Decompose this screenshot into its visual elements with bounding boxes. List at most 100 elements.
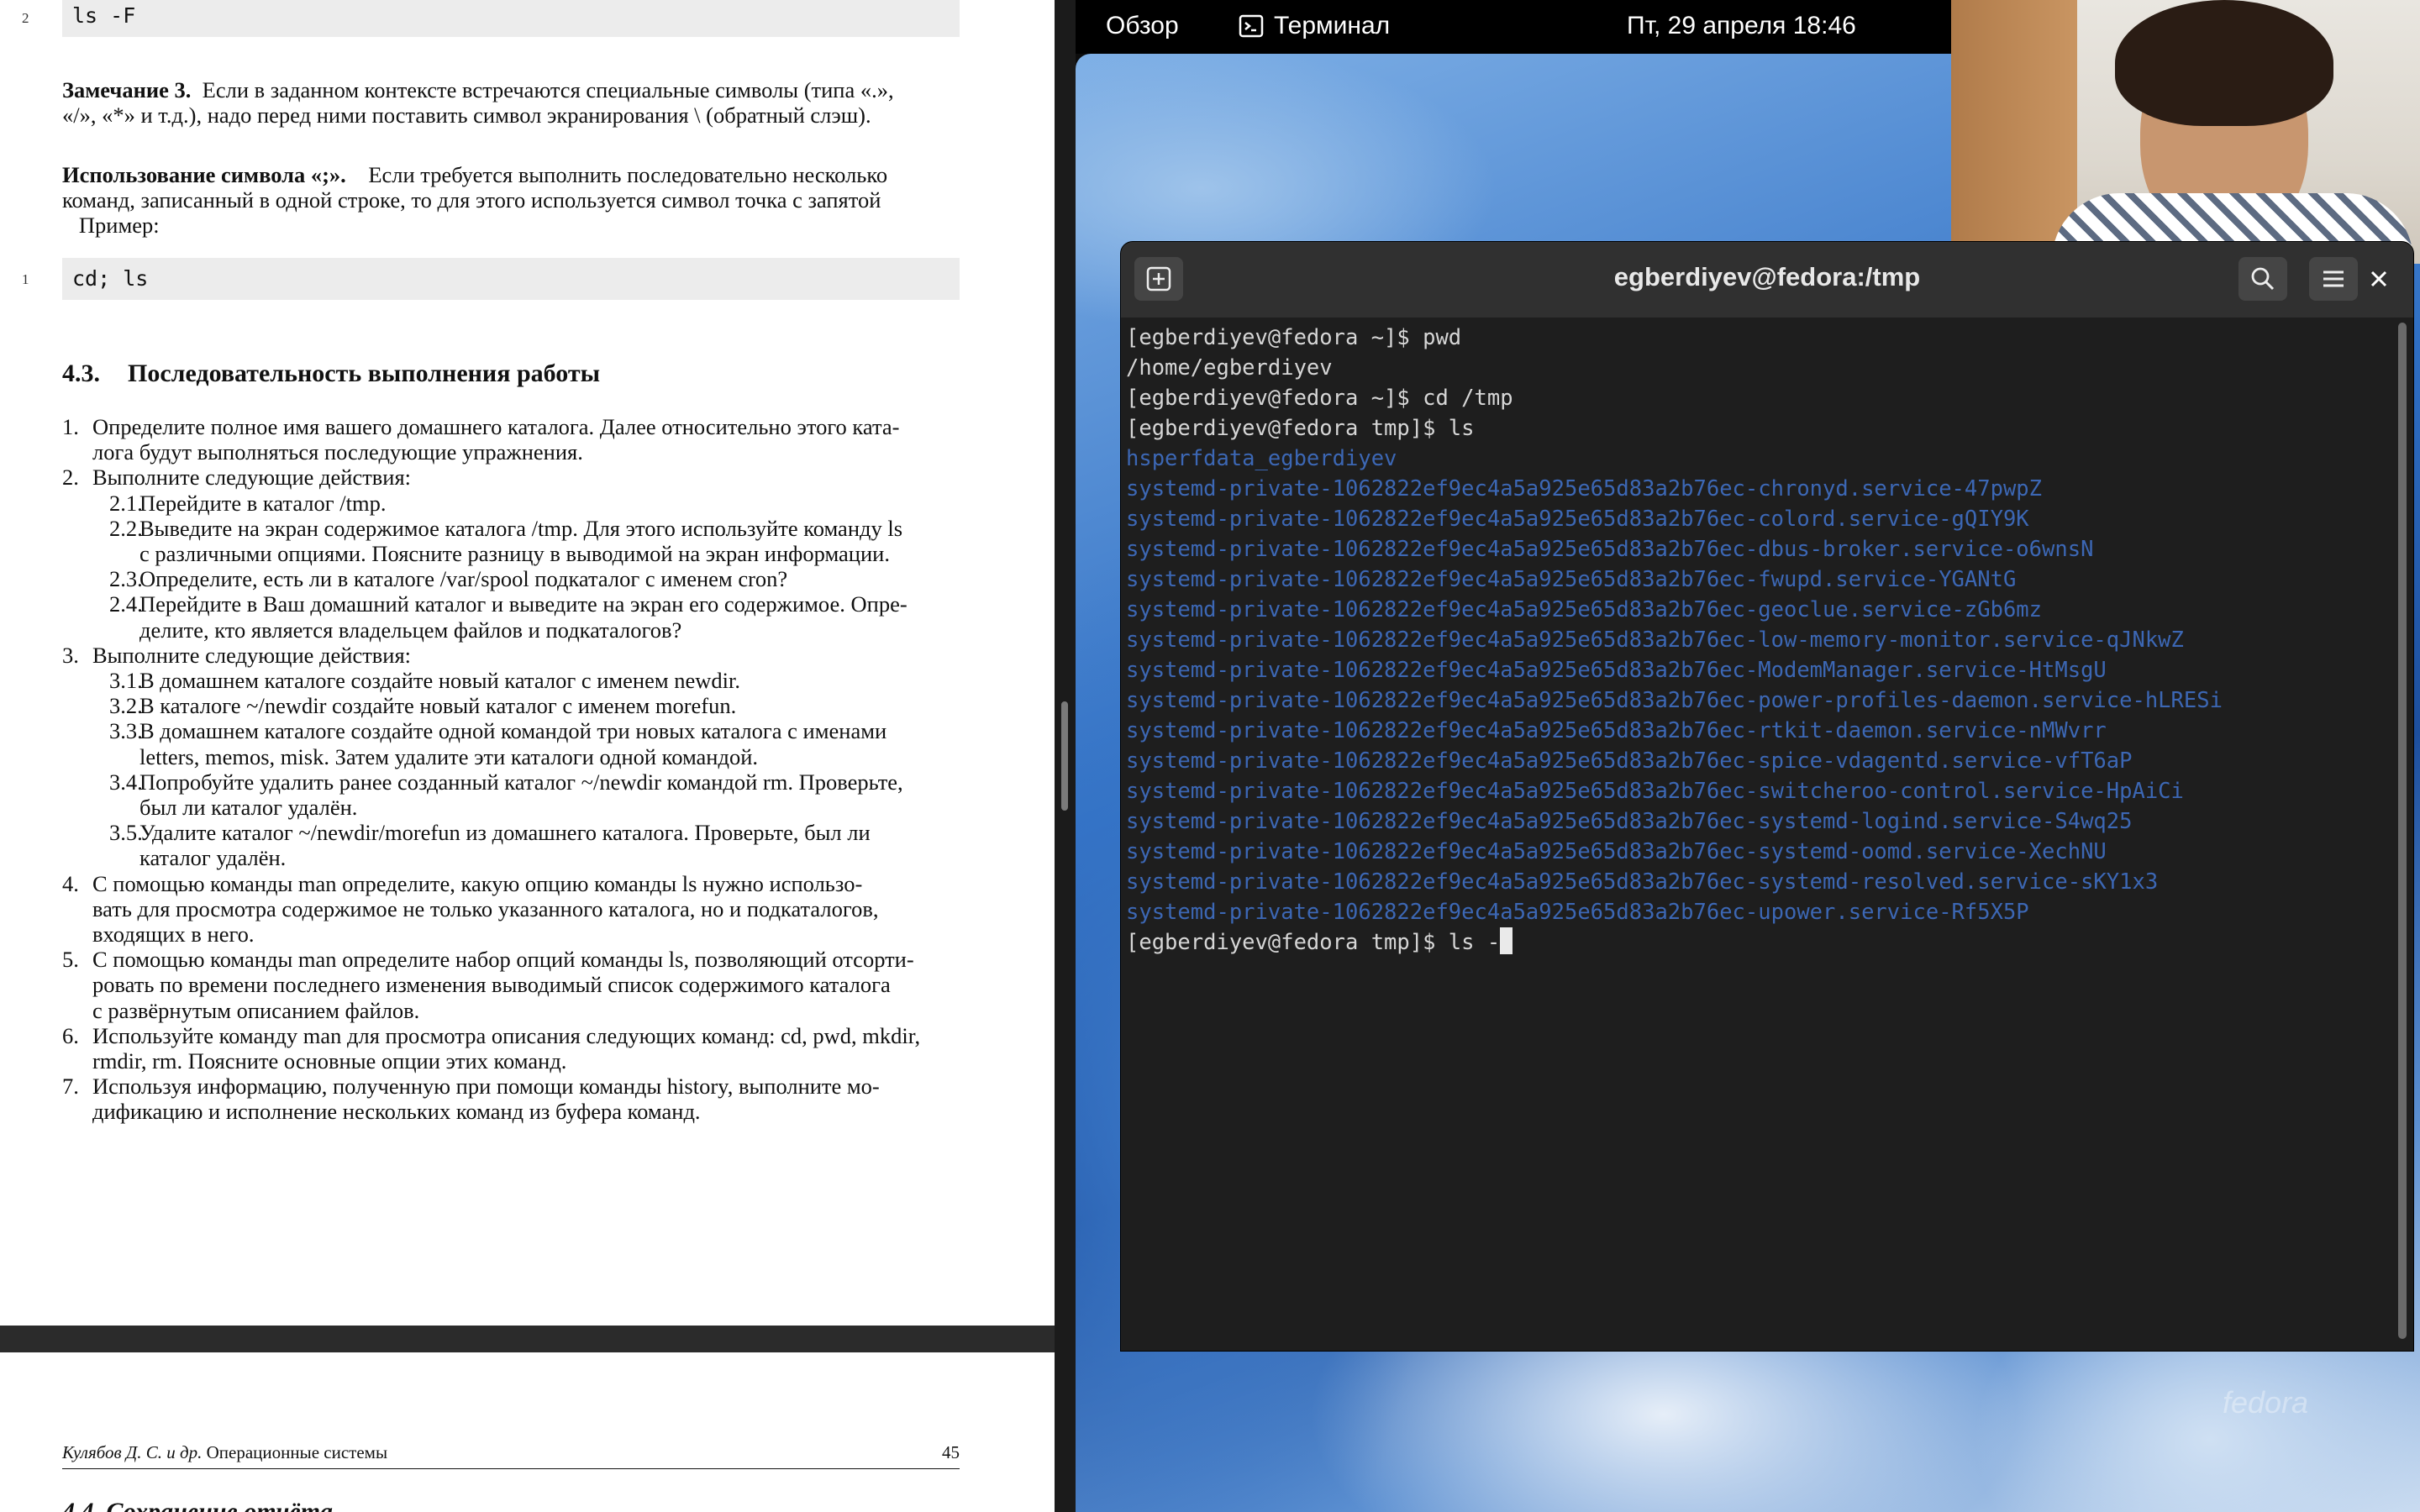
terminal-dir-entry: systemd-private-1062822ef9ec4a5a925e65d8… [1126,839,2107,864]
split-handle[interactable] [1061,701,1068,811]
task-text: Перейдите в каталог /tmp. [139,490,387,516]
task-item: 6. Используйте команду man для просмотра … [62,1023,961,1074]
terminal-headerbar[interactable]: egberdiyev@fedora:/tmp [1121,242,2413,318]
terminal-line: [egberdiyev@fedora ~]$ cd /tmp [1126,386,1513,411]
task-text: В домашнем каталоге создайте одной коман… [139,718,887,744]
task-text: letters, memos, misk. Затем удалите эти … [139,743,759,769]
task-text: Попробуйте удалить ранее созданный катал… [139,769,903,795]
pdf-page-45: 2 ls -F Замечание 3. Если в заданном кон… [0,0,1055,1469]
close-button[interactable] [2354,257,2403,301]
task-text: с различными опциями. Поясните разницу в… [139,540,890,566]
pdf-viewer[interactable]: 2 ls -F Замечание 3. Если в заданном кон… [0,0,1055,1512]
task-number: 2.4. [109,591,143,617]
desktop: Обзор Терминал Пт, 29 апреля 18:46 fedor… [1076,0,2420,1512]
task-item: 3.4. Попробуйте удалить ранее созданный к… [109,769,1008,820]
note-3: Замечание 3. Если в заданном контексте в… [62,77,961,128]
clock[interactable]: Пт, 29 апреля 18:46 [1627,12,1856,40]
task-text: Определите, есть ли в каталоге /var/spoo… [139,566,788,592]
task-number: 7. [62,1074,79,1100]
task-number: 2.3. [109,566,143,592]
note-label: Замечание 3. [62,77,192,102]
terminal-window[interactable]: egberdiyev@fedora:/tmp [egberdiyev@fedor… [1121,242,2413,1351]
code-block-ls-f: ls -F [62,0,960,37]
task-text: Выполните следующие действия: [92,642,412,668]
note-line-1: Если в заданном контексте встречаются сп… [202,77,894,102]
terminal-title: egberdiyev@fedora:/tmp [1613,262,1921,291]
wallpaper-logo: fedora [2223,1385,2309,1420]
task-number: 2.1. [109,490,143,516]
terminal-output[interactable]: [egberdiyev@fedora ~]$ pwd/home/egberdiy… [1126,323,2386,958]
webcam-background-door [1951,0,2077,264]
page-footer: Кулябов Д. С. и др. Операционные системы… [62,1442,960,1469]
page-number: 45 [942,1442,960,1462]
terminal-dir-entry: systemd-private-1062822ef9ec4a5a925e65d8… [1126,779,2184,804]
task-item: 3.5. Удалите каталог ~/newdir/morefun из … [109,820,1008,870]
code-text: ls -F [72,3,136,28]
app-menu-button[interactable]: Терминал [1239,12,1390,40]
task-item: 1. Определите полное имя вашего домашнего… [62,414,961,465]
terminal-dir-entry: systemd-private-1062822ef9ec4a5a925e65d8… [1126,688,2223,713]
terminal-prompt-line[interactable]: [egberdiyev@fedora tmp]$ ls - [1126,927,2386,958]
task-number: 2. [62,465,79,491]
task-number: 3.3. [109,718,143,744]
menu-button[interactable] [2309,257,2358,301]
task-text: В домашнем каталоге создайте новый катал… [139,668,741,693]
task-number: 4. [62,870,79,896]
semicolon-line-2: команд, записанный в одной строке, то дл… [62,187,881,213]
activities-button[interactable]: Обзор [1106,12,1179,40]
search-icon [2251,267,2275,291]
semicolon-paragraph: Использование символа «;». Если требуетс… [62,162,961,238]
task-number: 3. [62,642,79,668]
terminal-scrollbar[interactable] [2398,323,2407,1339]
task-number: 3.2. [109,693,143,719]
task-text: дификацию и исполнение нескольких команд… [92,1099,701,1125]
task-number: 3.1. [109,668,143,693]
terminal-dir-entry: systemd-private-1062822ef9ec4a5a925e65d8… [1126,627,2184,653]
hamburger-menu-icon [2323,270,2344,287]
task-item: 3.1. В домашнем каталоге создайте новый к… [109,668,1008,693]
close-icon [2370,270,2387,287]
terminal-dir-entry: systemd-private-1062822ef9ec4a5a925e65d8… [1126,869,2159,895]
terminal-dir-entry: systemd-private-1062822ef9ec4a5a925e65d8… [1126,658,2107,683]
task-item: 2. Выполните следующие действия: [62,465,961,490]
task-item: 3.3. В домашнем каталоге создайте одной к… [109,718,1008,769]
terminal-dir-entry: systemd-private-1062822ef9ec4a5a925e65d8… [1126,900,2029,925]
task-text: делите, кто является владельцем файлов и… [139,617,682,643]
semicolon-label: Использование символа «;». [62,162,346,187]
task-number: 3.5. [109,820,143,846]
task-text: Используя информацию, полученную при пом… [92,1074,880,1100]
split-divider[interactable] [1055,0,1076,1512]
app-name: Терминал [1274,12,1391,39]
terminal-dir-entry: systemd-private-1062822ef9ec4a5a925e65d8… [1126,748,2133,774]
next-section-heading: 4.4. Сохранение отчёта [62,1498,333,1512]
terminal-dir-entry: systemd-private-1062822ef9ec4a5a925e65d8… [1126,718,2107,743]
task-text: Удалите каталог ~/newdir/morefun из дома… [139,820,871,846]
webcam-person-hair [2115,0,2333,126]
terminal-dir-entry: hsperfdata_egberdiyev [1126,446,1397,471]
footer-book: Операционные системы [206,1442,388,1462]
task-item: 4. С помощью команды man определите, каку… [62,871,961,948]
task-number: 6. [62,1022,79,1048]
terminal-prompt: [egberdiyev@fedora tmp]$ ls - [1126,930,1501,955]
task-text: Выполните следующие действия: [92,465,412,491]
task-text: был ли каталог удалён. [139,794,358,820]
terminal-dir-entry: systemd-private-1062822ef9ec4a5a925e65d8… [1126,567,2017,592]
task-text: каталог удалён. [139,845,287,871]
search-button[interactable] [2238,257,2287,301]
terminal-dir-entry: systemd-private-1062822ef9ec4a5a925e65d8… [1126,537,2094,562]
task-item: 3.2. В каталоге ~/newdir создайте новый к… [109,693,1008,718]
semicolon-line-1: Если требуется выполнить последовательно… [368,162,888,187]
section-number: 4.3. [62,360,100,387]
task-text: ровать по времени последнего изменения в… [92,972,891,998]
example-label: Пример: [78,213,160,238]
task-text: с развёрнутым описанием файлов. [92,997,420,1023]
task-text: В каталоге ~/newdir создайте новый катал… [139,693,737,719]
task-text: Перейдите в Ваш домашний каталог и вывед… [139,591,908,617]
task-item: 3. Выполните следующие действия: [62,643,961,668]
webcam-overlay [1951,0,2420,264]
code-text: cd; ls [72,266,149,291]
task-number: 5. [62,947,79,973]
task-item: 2.2. Выведите на экран содержимое каталог… [109,516,1008,566]
page-separator [0,1326,1055,1352]
footer-authors: Кулябов Д. С. и др. [62,1442,203,1462]
